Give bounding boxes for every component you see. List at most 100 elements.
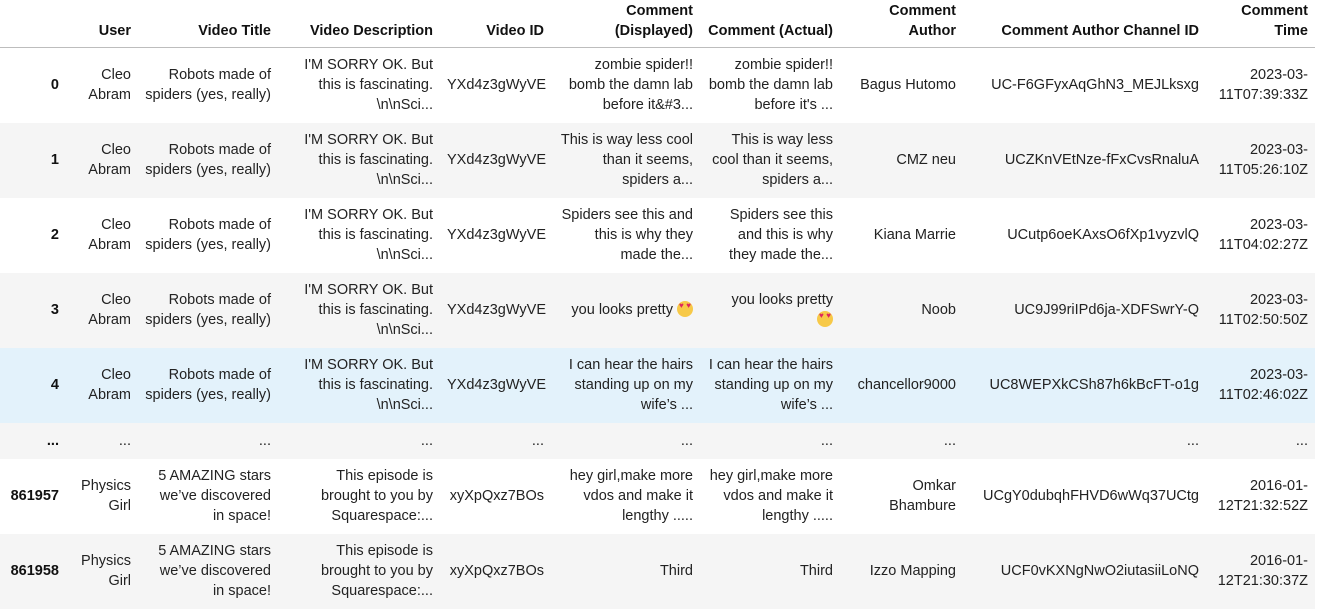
cell-user: ... <box>118 432 131 449</box>
table-header: User Video Title Video Description Video… <box>0 0 1315 48</box>
cell-video-title: Robots made of spiders (yes, really) <box>145 217 271 253</box>
cell-comment-time: 2016-01-12T21:32:52Z <box>1217 478 1308 514</box>
cell-video-description: This episode is brought to you by Square… <box>320 543 433 599</box>
cell-comment-displayed: hey girl,make more vdos and make it leng… <box>569 468 693 524</box>
cell-video-id: xyXpQxz7BOs <box>449 563 544 579</box>
cell-comment-displayed: ... <box>680 432 693 449</box>
cell-channel-id: UCF0vKXNgNwO2iutasiiLoNQ <box>1000 563 1199 579</box>
cell-video-title: Robots made of spiders (yes, really) <box>145 142 271 178</box>
cell-channel-id: UCZKnVEtNze-fFxCvsRnaluA <box>1004 152 1199 168</box>
cell-video-description: ... <box>420 432 433 449</box>
cell-video-title: 5 AMAZING stars we’ve discovered in spac… <box>158 468 271 524</box>
cell-channel-id: ... <box>1186 432 1199 449</box>
cell-channel-id: UCutp6oeKAxsO6fXp1vyzvlQ <box>1007 227 1199 243</box>
cell-comment-actual: I can hear the hairs standing up on my w… <box>708 357 833 413</box>
cell-video-id: YXd4z3gWyVE <box>447 152 547 168</box>
header-row: User Video Title Video Description Video… <box>0 0 1315 48</box>
smiling-face-with-heart-eyes-icon <box>677 301 693 317</box>
cell-comment-actual: ... <box>820 432 833 449</box>
smiling-face-with-heart-eyes-icon <box>817 311 833 327</box>
column-header-video-title: Video Title <box>138 0 278 48</box>
cell-channel-id: UCgY0dubqhFHVD6wWq37UCtg <box>983 488 1199 504</box>
cell-comment-time: ... <box>1295 432 1308 449</box>
row-index: 4 <box>50 377 59 393</box>
cell-video-id: YXd4z3gWyVE <box>447 302 547 318</box>
cell-comment-author: chancellor9000 <box>857 377 956 393</box>
cell-comment-author: Kiana Marrie <box>873 227 956 243</box>
table-row: 0 Cleo Abram Robots made of spiders (yes… <box>0 47 1315 123</box>
cell-comment-author: Bagus Hutomo <box>860 77 956 94</box>
cell-comment-actual: you looks pretty <box>700 273 840 348</box>
column-header-comment-displayed: Comment (Displayed) <box>551 0 700 48</box>
cell-comment-author: CMZ neu <box>896 152 956 168</box>
column-header-comment-author: Comment Author <box>840 0 963 48</box>
cell-comment-author: Omkar Bhambure <box>889 478 956 514</box>
cell-channel-id: UC8WEPXkCSh87h6kBcFT-o1g <box>989 377 1199 393</box>
row-index: ... <box>46 432 59 449</box>
cell-comment-displayed: Third <box>659 563 693 579</box>
cell-video-description: I'M SORRY OK. But this is fascinating. \… <box>304 57 433 114</box>
cell-comment-time: 2016-01-12T21:30:37Z <box>1217 553 1308 589</box>
cell-comment-displayed: I can hear the hairs standing up on my w… <box>568 357 693 413</box>
cell-comment-actual: Spiders see this and this is why they ma… <box>729 207 833 263</box>
column-header-comment-author-channel-id: Comment Author Channel ID <box>963 0 1206 48</box>
cell-user: Physics Girl <box>81 553 131 589</box>
cell-user: Cleo Abram <box>88 367 131 403</box>
row-index: 1 <box>50 152 59 168</box>
table-body: 0 Cleo Abram Robots made of spiders (yes… <box>0 47 1315 609</box>
column-header-user: User <box>66 0 138 48</box>
cell-comment-displayed: you looks pretty <box>551 273 700 348</box>
cell-user: Cleo Abram <box>88 142 131 178</box>
cell-comment-time: 2023-03-11T02:46:02Z <box>1218 367 1308 403</box>
cell-comment-time: 2023-03-11T07:39:33Z <box>1218 67 1308 104</box>
truncation-row: ... ... ... ... ... ... ... ... ... ... <box>0 422 1315 459</box>
cell-comment-author: Izzo Mapping <box>869 563 956 579</box>
table-row: 3 Cleo Abram Robots made of spiders (yes… <box>0 272 1315 348</box>
index-header <box>0 0 66 48</box>
cell-comment-displayed: Spiders see this and this is why they ma… <box>561 207 693 263</box>
cell-video-description: This episode is brought to you by Square… <box>320 468 433 524</box>
cell-comment-actual: This is way less cool than it seems, spi… <box>712 132 833 188</box>
cell-video-description: I'M SORRY OK. But this is fascinating. \… <box>304 132 433 188</box>
cell-channel-id: UC9J99riIPd6ja-XDFSwrY-Q <box>1014 302 1199 318</box>
column-header-comment-time: Comment Time <box>1206 0 1315 48</box>
column-header-comment-actual: Comment (Actual) <box>700 0 840 48</box>
cell-video-id: YXd4z3gWyVE <box>447 377 547 393</box>
table-row: 2 Cleo Abram Robots made of spiders (yes… <box>0 197 1315 273</box>
column-header-video-id: Video ID <box>440 0 551 48</box>
cell-user: Physics Girl <box>81 478 131 514</box>
cell-video-id: YXd4z3gWyVE <box>447 227 547 243</box>
cell-video-id: YXd4z3gWyVE <box>447 77 547 94</box>
table-row: 861957 Physics Girl 5 AMAZING stars we’v… <box>0 458 1315 534</box>
cell-video-title: Robots made of spiders (yes, really) <box>145 292 271 328</box>
cell-video-title: 5 AMAZING stars we’ve discovered in spac… <box>158 543 271 599</box>
cell-video-description: I'M SORRY OK. But this is fascinating. \… <box>304 357 433 413</box>
row-index: 0 <box>50 77 59 94</box>
cell-video-id: xyXpQxz7BOs <box>449 488 544 504</box>
cell-comment-displayed: zombie spider!! bomb the damn lab before… <box>568 57 693 114</box>
row-index: 861957 <box>10 488 59 504</box>
cell-user: Cleo Abram <box>88 292 131 328</box>
cell-video-description: I'M SORRY OK. But this is fascinating. \… <box>304 282 433 338</box>
cell-comment-displayed: This is way less cool than it seems, spi… <box>560 132 693 188</box>
cell-comment-author: ... <box>943 432 956 449</box>
cell-comment-time: 2023-03-11T05:26:10Z <box>1218 142 1308 178</box>
cell-channel-id: UC-F6GFyxAqGhN3_MEJLksxg <box>991 77 1199 94</box>
cell-video-title: ... <box>258 432 271 449</box>
cell-comment-actual: Third <box>799 563 833 579</box>
cell-comment-time: 2023-03-11T02:50:50Z <box>1218 292 1308 328</box>
row-index: 2 <box>50 227 59 243</box>
dataframe-table: User Video Title Video Description Video… <box>0 0 1315 609</box>
comment-text: you looks pretty <box>571 302 673 318</box>
column-header-video-description: Video Description <box>278 0 440 48</box>
cell-video-title: Robots made of spiders (yes, really) <box>145 67 271 104</box>
cell-comment-actual: hey girl,make more vdos and make it leng… <box>709 468 833 524</box>
comment-text: you looks pretty <box>731 292 833 308</box>
cell-comment-author: Noob <box>921 302 956 318</box>
table-row: 861958 Physics Girl 5 AMAZING stars we’v… <box>0 533 1315 609</box>
cell-video-description: I'M SORRY OK. But this is fascinating. \… <box>304 207 433 263</box>
cell-user: Cleo Abram <box>88 217 131 253</box>
cell-user: Cleo Abram <box>88 67 131 104</box>
cell-comment-time: 2023-03-11T04:02:27Z <box>1218 217 1308 253</box>
cell-video-id: ... <box>531 432 544 449</box>
